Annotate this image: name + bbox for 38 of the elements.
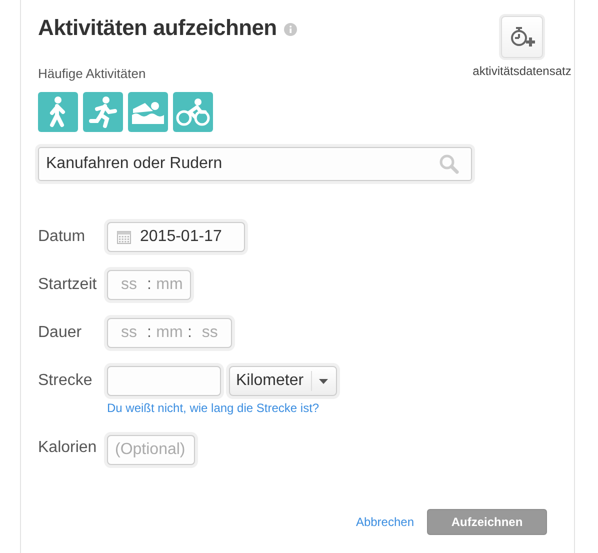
time-segment-input[interactable]: mm: [154, 276, 184, 294]
cancel-link[interactable]: Abbrechen: [356, 515, 414, 529]
activity-search-field[interactable]: Kanufahren oder Rudern: [38, 147, 472, 181]
time-segment-input[interactable]: mm: [154, 324, 184, 342]
field-label: Dauer: [38, 323, 83, 343]
runner-icon: [88, 96, 118, 128]
page-title: Aktivitäten aufzeichnen: [38, 15, 277, 41]
info-icon[interactable]: [284, 22, 297, 36]
stopwatch-plus-icon: [508, 25, 536, 49]
distance-input[interactable]: [107, 366, 221, 396]
time-segment-input[interactable]: ss: [194, 324, 225, 342]
unit-dropdown[interactable]: Kilometer: [229, 366, 337, 396]
field-label: Strecke: [38, 371, 94, 391]
field-label: Startzeit: [38, 275, 98, 295]
field-label: Datum: [38, 227, 86, 247]
time-field[interactable]: ss : mm : ss: [107, 318, 232, 348]
calendar-icon: [117, 230, 131, 244]
time-segment-input[interactable]: ss: [114, 324, 144, 342]
cyclist-icon: [176, 98, 210, 126]
time-segment-input[interactable]: ss: [114, 276, 144, 294]
record-label: aktivitätsdatensatz: [472, 64, 572, 78]
section-label: Häufige Aktivitäten: [38, 66, 146, 81]
distance-help-link[interactable]: Du weißt nicht, wie lang die Strecke ist?: [107, 401, 337, 415]
cycling-button[interactable]: [173, 92, 213, 132]
field-label: Kalorien: [38, 438, 98, 458]
swimming-button[interactable]: [128, 92, 168, 132]
walking-button[interactable]: [38, 92, 78, 132]
time-separator: :: [187, 324, 192, 342]
swimmer-icon: [131, 99, 165, 125]
caret-icon: [318, 378, 328, 384]
time-separator: :: [147, 324, 152, 342]
stopwatch-button[interactable]: [501, 16, 543, 58]
calories-input[interactable]: (Optional): [107, 435, 195, 465]
time-field[interactable]: ss : mm: [107, 270, 192, 300]
running-button[interactable]: [83, 92, 123, 132]
search-icon: [439, 154, 459, 174]
time-separator: :: [147, 276, 152, 294]
date-field[interactable]: 2015-01-17: [107, 222, 245, 252]
